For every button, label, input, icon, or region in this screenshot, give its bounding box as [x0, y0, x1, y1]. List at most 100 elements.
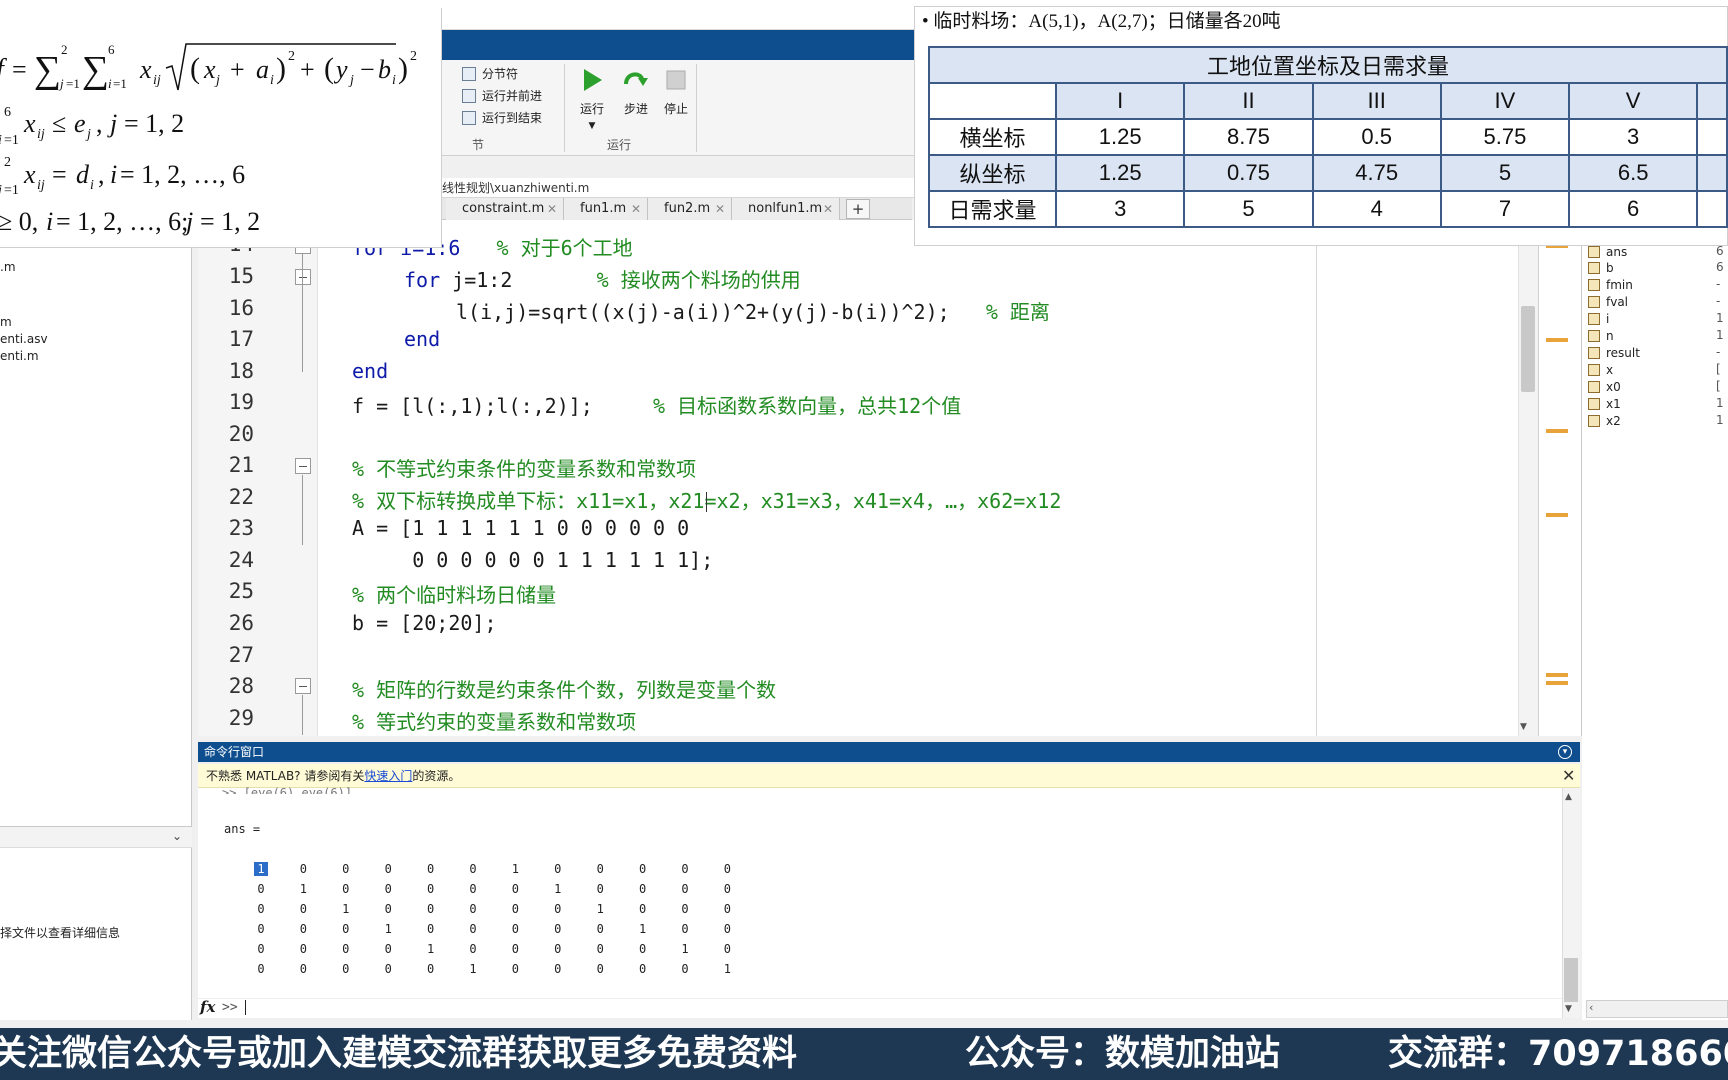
- code-line-17: end: [404, 327, 441, 351]
- fold-toggle[interactable]: [295, 458, 311, 474]
- matrix-cell: 0: [469, 862, 477, 876]
- svg-text:f: f: [0, 54, 7, 85]
- line-number: 15: [228, 264, 254, 288]
- close-icon[interactable]: ✕: [631, 198, 641, 220]
- svg-text:∑: ∑: [34, 49, 61, 91]
- grid-icon: [1588, 279, 1600, 291]
- warning-marker[interactable]: [1546, 673, 1568, 677]
- workspace-var[interactable]: x0: [1588, 379, 1621, 395]
- table-cell-cut: [1696, 154, 1728, 192]
- svg-text:j: j: [348, 73, 354, 88]
- command-window[interactable]: [198, 788, 1580, 1018]
- warning-marker[interactable]: [1546, 429, 1568, 433]
- new-tab-button[interactable]: +: [846, 199, 870, 219]
- details-panel-header[interactable]: ⌄: [0, 826, 192, 848]
- chevron-down-icon[interactable]: ⌄: [172, 829, 182, 843]
- site-table: 工地位置坐标及日需求量 I II III IV V 横坐标 1.25 8.75 …: [927, 46, 1728, 228]
- svg-text:x: x: [139, 55, 152, 84]
- ribbon-separator: [564, 64, 565, 152]
- workspace-var[interactable]: i: [1588, 311, 1609, 327]
- matrix-cell: 1: [638, 922, 647, 936]
- workspace-var[interactable]: b: [1588, 260, 1614, 276]
- grid-icon: [1588, 415, 1600, 427]
- svg-text:b: b: [378, 55, 391, 84]
- matrix-cell: 0: [681, 922, 689, 936]
- matrix-cell: 0: [342, 922, 350, 936]
- matrix-cell: 1: [554, 882, 562, 896]
- col-header: III: [1311, 82, 1442, 120]
- table-cell: 1.25: [1055, 154, 1186, 192]
- close-icon[interactable]: ✕: [547, 198, 557, 220]
- file-item[interactable]: .m: [0, 260, 16, 274]
- workspace-hscroll[interactable]: ‹: [1586, 1000, 1728, 1018]
- workspace-var[interactable]: result: [1588, 345, 1640, 361]
- file-item[interactable]: m: [0, 315, 12, 329]
- matrix-cell: 0: [384, 962, 392, 976]
- command-scroll-thumb[interactable]: [1564, 958, 1578, 1002]
- file-item[interactable]: enti.asv: [0, 332, 48, 346]
- matrix-cell: 1: [254, 862, 268, 876]
- matrix-cell: 0: [554, 942, 562, 956]
- history-line: >> [eye(6),eye(6)]: [222, 786, 353, 794]
- warning-marker[interactable]: [1546, 338, 1568, 342]
- warning-marker[interactable]: [1546, 681, 1568, 685]
- storage-note: • 临时料场：A(5,1)，A(2,7)；日储量各20吨: [922, 11, 1281, 32]
- file-item[interactable]: enti.m: [0, 349, 39, 363]
- workspace-var[interactable]: n: [1588, 328, 1614, 344]
- editor-scroll-thumb[interactable]: [1521, 306, 1535, 392]
- close-icon[interactable]: ✕: [1562, 766, 1575, 785]
- step-button[interactable]: 步进: [614, 66, 658, 117]
- matrix-cell: 0: [723, 902, 731, 916]
- run-button[interactable]: 运行 ▼: [570, 66, 614, 131]
- matrix-cell: 0: [681, 902, 689, 916]
- table-cell: 4: [1311, 190, 1442, 228]
- fold-toggle[interactable]: [295, 269, 311, 285]
- fold-toggle[interactable]: [295, 678, 311, 694]
- chevron-left-icon[interactable]: ‹: [1589, 1001, 1593, 1014]
- panel-menu-icon[interactable]: ▾: [1558, 745, 1572, 759]
- close-icon[interactable]: ✕: [823, 198, 833, 220]
- svg-text:=1: =1: [4, 183, 19, 198]
- matrix-cell: 0: [384, 882, 392, 896]
- workspace-var[interactable]: ans: [1588, 244, 1627, 260]
- tab-constraint[interactable]: constraint.m ✕: [446, 198, 564, 220]
- workspace-var[interactable]: fval: [1588, 294, 1628, 310]
- matrix-cell: 1: [299, 882, 307, 896]
- workspace-var[interactable]: x: [1588, 362, 1613, 378]
- tab-fun1[interactable]: fun1.m ✕: [564, 198, 648, 220]
- table-cell-cut: [1696, 118, 1728, 156]
- svg-text:i: i: [46, 207, 53, 236]
- svg-text:,: ,: [96, 109, 103, 138]
- table-cell: 8.75: [1183, 118, 1314, 156]
- matrix-cell: 0: [554, 922, 562, 936]
- close-icon[interactable]: ✕: [715, 198, 725, 220]
- code-line-26: b = [20;20];: [352, 611, 497, 635]
- scroll-down-icon[interactable]: ▼: [1520, 722, 1527, 732]
- run-to-end-button[interactable]: 运行到结束: [462, 108, 542, 128]
- matrix-cell: 0: [511, 962, 519, 976]
- scroll-up-icon[interactable]: ▲: [1565, 792, 1572, 802]
- banner-right-text: 交流群：709718660: [1388, 1034, 1728, 1074]
- command-input[interactable]: [198, 998, 1562, 1018]
- workspace-var[interactable]: fmin: [1588, 277, 1633, 293]
- fx-icon[interactable]: fx: [200, 998, 215, 1016]
- banner-left-text: 关注微信公众号或加入建模交流群获取更多免费资料: [0, 1034, 798, 1074]
- warning-marker[interactable]: [1546, 513, 1568, 517]
- stop-button[interactable]: 停止: [654, 66, 698, 117]
- current-folder-path[interactable]: 线性规划\xuanzhiwenti.m: [440, 178, 920, 198]
- col-header: IV: [1439, 82, 1571, 120]
- workspace-var[interactable]: x2: [1588, 413, 1621, 429]
- grid-icon: [1588, 398, 1600, 410]
- tab-nonlfun1[interactable]: nonlfun1.m ✕: [732, 198, 840, 220]
- matrix-cell: 1: [469, 962, 477, 976]
- svg-text:≥ 0,: ≥ 0,: [0, 207, 38, 236]
- svg-text:(: (: [324, 52, 334, 85]
- tab-fun2[interactable]: fun2.m ✕: [648, 198, 732, 220]
- svg-text:j: j: [0, 183, 2, 198]
- editor-scrollbar[interactable]: [1518, 220, 1538, 736]
- run-and-advance-button[interactable]: 运行并前进: [462, 86, 542, 106]
- workspace-var[interactable]: x1: [1588, 396, 1621, 412]
- scroll-down-icon[interactable]: ▼: [1565, 1004, 1572, 1014]
- section-break-button[interactable]: 分节符: [462, 64, 518, 84]
- quick-start-link[interactable]: 快速入门: [364, 769, 412, 783]
